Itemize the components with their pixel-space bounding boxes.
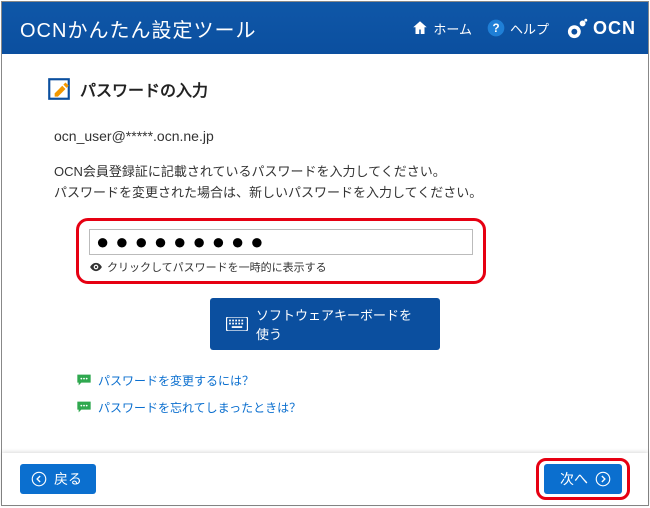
back-button[interactable]: 戻る [20, 464, 96, 494]
email-display: ocn_user@*****.ocn.ne.jp [54, 128, 604, 144]
forgot-password-text: パスワードを忘れてしまったときは？ [98, 399, 301, 416]
chat-icon [76, 373, 92, 387]
password-highlight-box: クリックしてパスワードを一時的に表示する [76, 218, 486, 284]
change-password-link[interactable]: パスワードを変更するには？ [76, 372, 604, 389]
chat-icon [76, 400, 92, 414]
chevron-left-icon [30, 470, 48, 488]
back-label: 戻る [54, 469, 82, 489]
home-label: ホーム [433, 19, 472, 38]
ocn-logo: OCN [567, 17, 636, 39]
section-title: パスワードの入力 [80, 77, 208, 101]
content-area: パスワードの入力 ocn_user@*****.ocn.ne.jp OCN会員登… [2, 54, 648, 453]
chevron-right-icon [594, 470, 612, 488]
app-header: OCNかんたん設定ツール ホーム ? ヘルプ OCN [2, 2, 648, 54]
help-label: ヘルプ [510, 19, 549, 38]
change-password-text: パスワードを変更するには？ [98, 372, 254, 389]
ocn-logo-icon [567, 17, 589, 39]
instruction-line2: パスワードを変更された場合は、新しいパスワードを入力してください。 [54, 183, 604, 204]
svg-text:?: ? [492, 22, 499, 35]
software-keyboard-button[interactable]: ソフトウェアキーボードを使う [210, 298, 440, 350]
footer-bar: 戻る 次へ [2, 453, 648, 505]
forgot-password-link[interactable]: パスワードを忘れてしまったときは？ [76, 399, 604, 416]
software-keyboard-label: ソフトウェアキーボードを使う [256, 305, 424, 343]
reveal-password-toggle[interactable]: クリックしてパスワードを一時的に表示する [89, 259, 473, 275]
app-title: OCNかんたん設定ツール [20, 14, 411, 43]
keyboard-icon [226, 317, 248, 331]
section-title-row: パスワードの入力 [46, 76, 604, 102]
eye-icon [89, 260, 103, 274]
password-input[interactable] [89, 229, 473, 255]
home-link[interactable]: ホーム [411, 19, 472, 38]
edit-icon [46, 76, 72, 102]
help-icon: ? [486, 18, 506, 38]
instructions: OCN会員登録証に記載されているパスワードを入力してください。 パスワードを変更… [54, 162, 604, 204]
next-button[interactable]: 次へ [544, 464, 622, 494]
help-link[interactable]: ? ヘルプ [486, 18, 549, 38]
next-label: 次へ [560, 469, 588, 489]
brand-text: OCN [593, 18, 636, 39]
home-icon [411, 19, 429, 37]
next-highlight-box: 次へ [536, 458, 630, 500]
reveal-label: クリックしてパスワードを一時的に表示する [107, 259, 327, 275]
instruction-line1: OCN会員登録証に記載されているパスワードを入力してください。 [54, 162, 604, 183]
